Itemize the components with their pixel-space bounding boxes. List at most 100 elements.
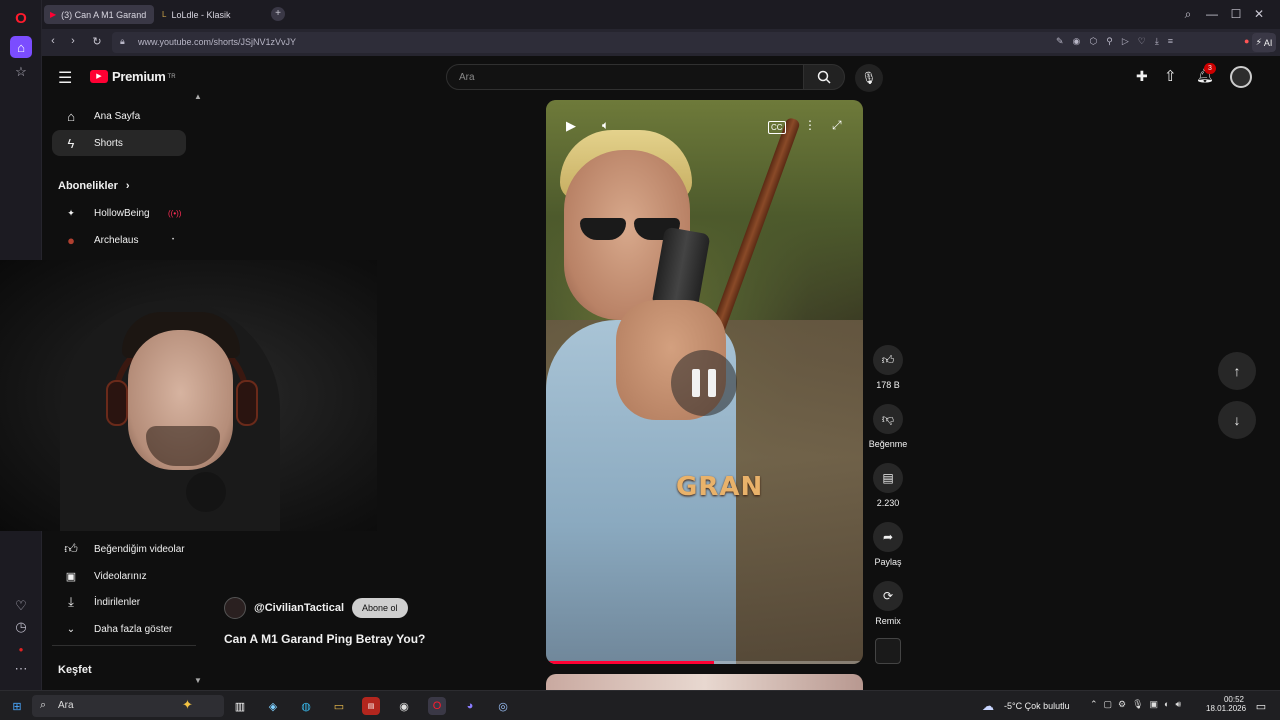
video-progress-bar[interactable] [546,661,863,664]
video-icon: ▣ [65,570,77,583]
extension-icon[interactable]: ● [11,639,31,659]
tab-label: (3) Can A M1 Garand [61,9,147,20]
more-icon[interactable]: ⋯ [11,659,31,679]
play-icon[interactable]: ▶ [566,118,576,134]
like-button[interactable]: 👍︎ 178 B [868,345,908,390]
search-tabs-icon[interactable]: ⌕ [1181,7,1195,22]
obs-icon[interactable]: ◉ [395,697,413,715]
subscription-label: Archelaus [94,234,139,246]
edge-icon[interactable]: ◍ [297,697,315,715]
heart-icon[interactable]: ♡ [11,596,31,616]
subscriptions-header[interactable]: Abonelikler › [58,180,130,192]
remix-label: Remix [875,616,901,626]
close-button[interactable]: ✕ [1252,7,1266,21]
search-icon [817,70,831,84]
home-icon[interactable]: ⌂ [10,36,32,58]
task-view-icon[interactable]: ▥ [231,697,249,715]
next-short-preview[interactable] [546,674,863,690]
sidebar-item-label: Ana Sayfa [94,110,141,122]
channel-name[interactable]: @CivilianTactical [254,602,344,614]
short-title[interactable]: Can A M1 Garand Ping Betray You? [224,632,425,646]
search-button[interactable] [803,64,845,90]
create-icon[interactable]: ✚ [1136,68,1148,85]
sunglasses-left [580,218,626,240]
home-icon: ⌂ [67,108,75,124]
previous-short-button[interactable]: ↑ [1218,352,1256,390]
video-progress-fill [546,661,714,664]
remix-icon: ⟳ [873,581,903,611]
subscription-item-hollowbeing[interactable]: ✦ HollowBeing ((•)) [52,200,186,226]
collapse-arrow-icon[interactable]: ▲ [194,92,202,101]
comment-count: 2.230 [876,498,900,508]
opera-logo-icon[interactable]: O [11,8,31,28]
address-bar[interactable]: 🔒︎ www.youtube.com/shorts/JSjNV1zVvJY ✎◉… [112,32,1272,53]
dislike-button[interactable]: 👎︎ Beğenme [868,404,908,449]
youtube-logo[interactable]: ▶ Premium TR [90,69,176,84]
sidebar-item-downloads[interactable]: ⤓ İndirilenler [52,589,186,615]
subscribe-button[interactable]: Abone ol [352,598,408,618]
weather-text[interactable]: -5°C Çok bulutlu [1004,701,1070,711]
subscription-label: HollowBeing [94,207,150,219]
new-tab-button[interactable]: + [271,7,285,21]
search-input[interactable]: Ara [446,64,804,90]
share-button[interactable]: ➦ Paylaş [868,522,908,567]
system-tray-icons[interactable]: ⌃▢⚙🎙︎▣◐🔊︎ [1090,699,1187,710]
copilot-icon[interactable]: ◈ [264,697,282,715]
sidebar-item-label: İndirilenler [94,596,141,608]
sidebar-item-liked-videos[interactable]: 👍︎ Beğendiğim videolar [52,536,186,562]
notifications-button[interactable]: 🔔︎ 3 [1196,63,1216,84]
back-button[interactable]: ‹ [46,35,60,47]
profile-icon[interactable]: ● [1244,36,1249,46]
sidebar-item-home[interactable]: ⌂ Ana Sayfa [52,103,186,129]
sidebar-item-label: Daha fazla göster [94,623,173,635]
windows-start-icon[interactable]: ⊞ [8,697,26,715]
sound-thumbnail[interactable] [875,638,901,664]
notification-center-icon[interactable]: ▭ [1252,697,1270,715]
thumbs-down-icon: 👎︎ [873,404,903,434]
remix-button[interactable]: ⟳ Remix [868,581,908,626]
thumbs-up-icon: 👍︎ [873,345,903,375]
volume-icon[interactable]: 🔈︎ [602,118,609,133]
address-bar-tools-icon[interactable]: ✎◉⬡⚲▷♡⤓≡ [1056,36,1182,47]
pause-button[interactable] [671,350,737,416]
more-options-icon[interactable]: ⋮ [804,118,816,132]
next-short-button[interactable]: ↓ [1218,401,1256,439]
app-icon[interactable]: ▤ [362,697,380,715]
weather-icon[interactable]: ☁︎ [982,699,994,713]
microphone [186,472,226,512]
file-explorer-icon[interactable]: ▭ [330,697,348,715]
ai-button[interactable]: ⚡︎ AI [1252,33,1276,52]
maximize-button[interactable]: ☐ [1229,7,1243,21]
discord-icon[interactable]: ◕ [461,697,479,715]
comments-button[interactable]: ▤ 2.230 [868,463,908,508]
like-count: 178 B [876,380,900,390]
tab-label: LoLdle - Klasik [171,9,231,20]
tab-loldle[interactable]: L LoLdle - Klasik [156,5,266,24]
menu-icon[interactable]: ☰ [58,68,72,88]
clock[interactable]: 00:52 18.01.2026 [1206,695,1247,713]
short-video-player[interactable]: GRAN ▶ 🔈︎ CC ⋮ ⤢ [546,100,863,664]
voice-search-button[interactable]: 🎙︎ [855,64,883,92]
sidebar-item-shorts[interactable]: ϟ Shorts [52,130,186,156]
channel-avatar[interactable] [224,597,246,619]
minimize-button[interactable]: — [1205,7,1219,21]
taskbar-search[interactable]: ⌕ Ara ✦ [32,695,224,717]
fullscreen-icon[interactable]: ⤢ [832,118,842,133]
tab-youtube[interactable]: ▶ (3) Can A M1 Garand [44,5,154,24]
sidebar-item-show-more[interactable]: ⌄ Daha fazla göster [52,616,186,642]
tab-strip: ▶ (3) Can A M1 Garand L LoLdle - Klasik … [42,0,1280,29]
taskbar: ⊞ ⌕ Ara ✦ ▥ ◈ ◍ ▭ ▤ ◉ O ◕ ◎ ☁︎ -5°C Çok … [0,690,1280,720]
subscription-item-archelaus[interactable]: ● Archelaus • [52,227,186,253]
forward-button[interactable]: › [66,35,80,47]
steam-icon[interactable]: ◎ [494,697,512,715]
opera-taskbar-icon[interactable]: O [428,697,446,715]
clock-date: 18.01.2026 [1206,704,1247,713]
scroll-down-arrow-icon[interactable]: ▼ [194,676,202,685]
sidebar-item-your-videos[interactable]: ▣ Videolarınız [52,563,186,589]
upload-icon[interactable]: ⇧ [1164,67,1177,85]
history-icon[interactable]: ◷ [11,617,31,637]
reload-button[interactable]: ↻ [90,35,104,48]
avatar[interactable] [1230,66,1252,88]
star-icon[interactable]: ☆ [11,62,31,82]
captions-icon[interactable]: CC [768,121,786,134]
